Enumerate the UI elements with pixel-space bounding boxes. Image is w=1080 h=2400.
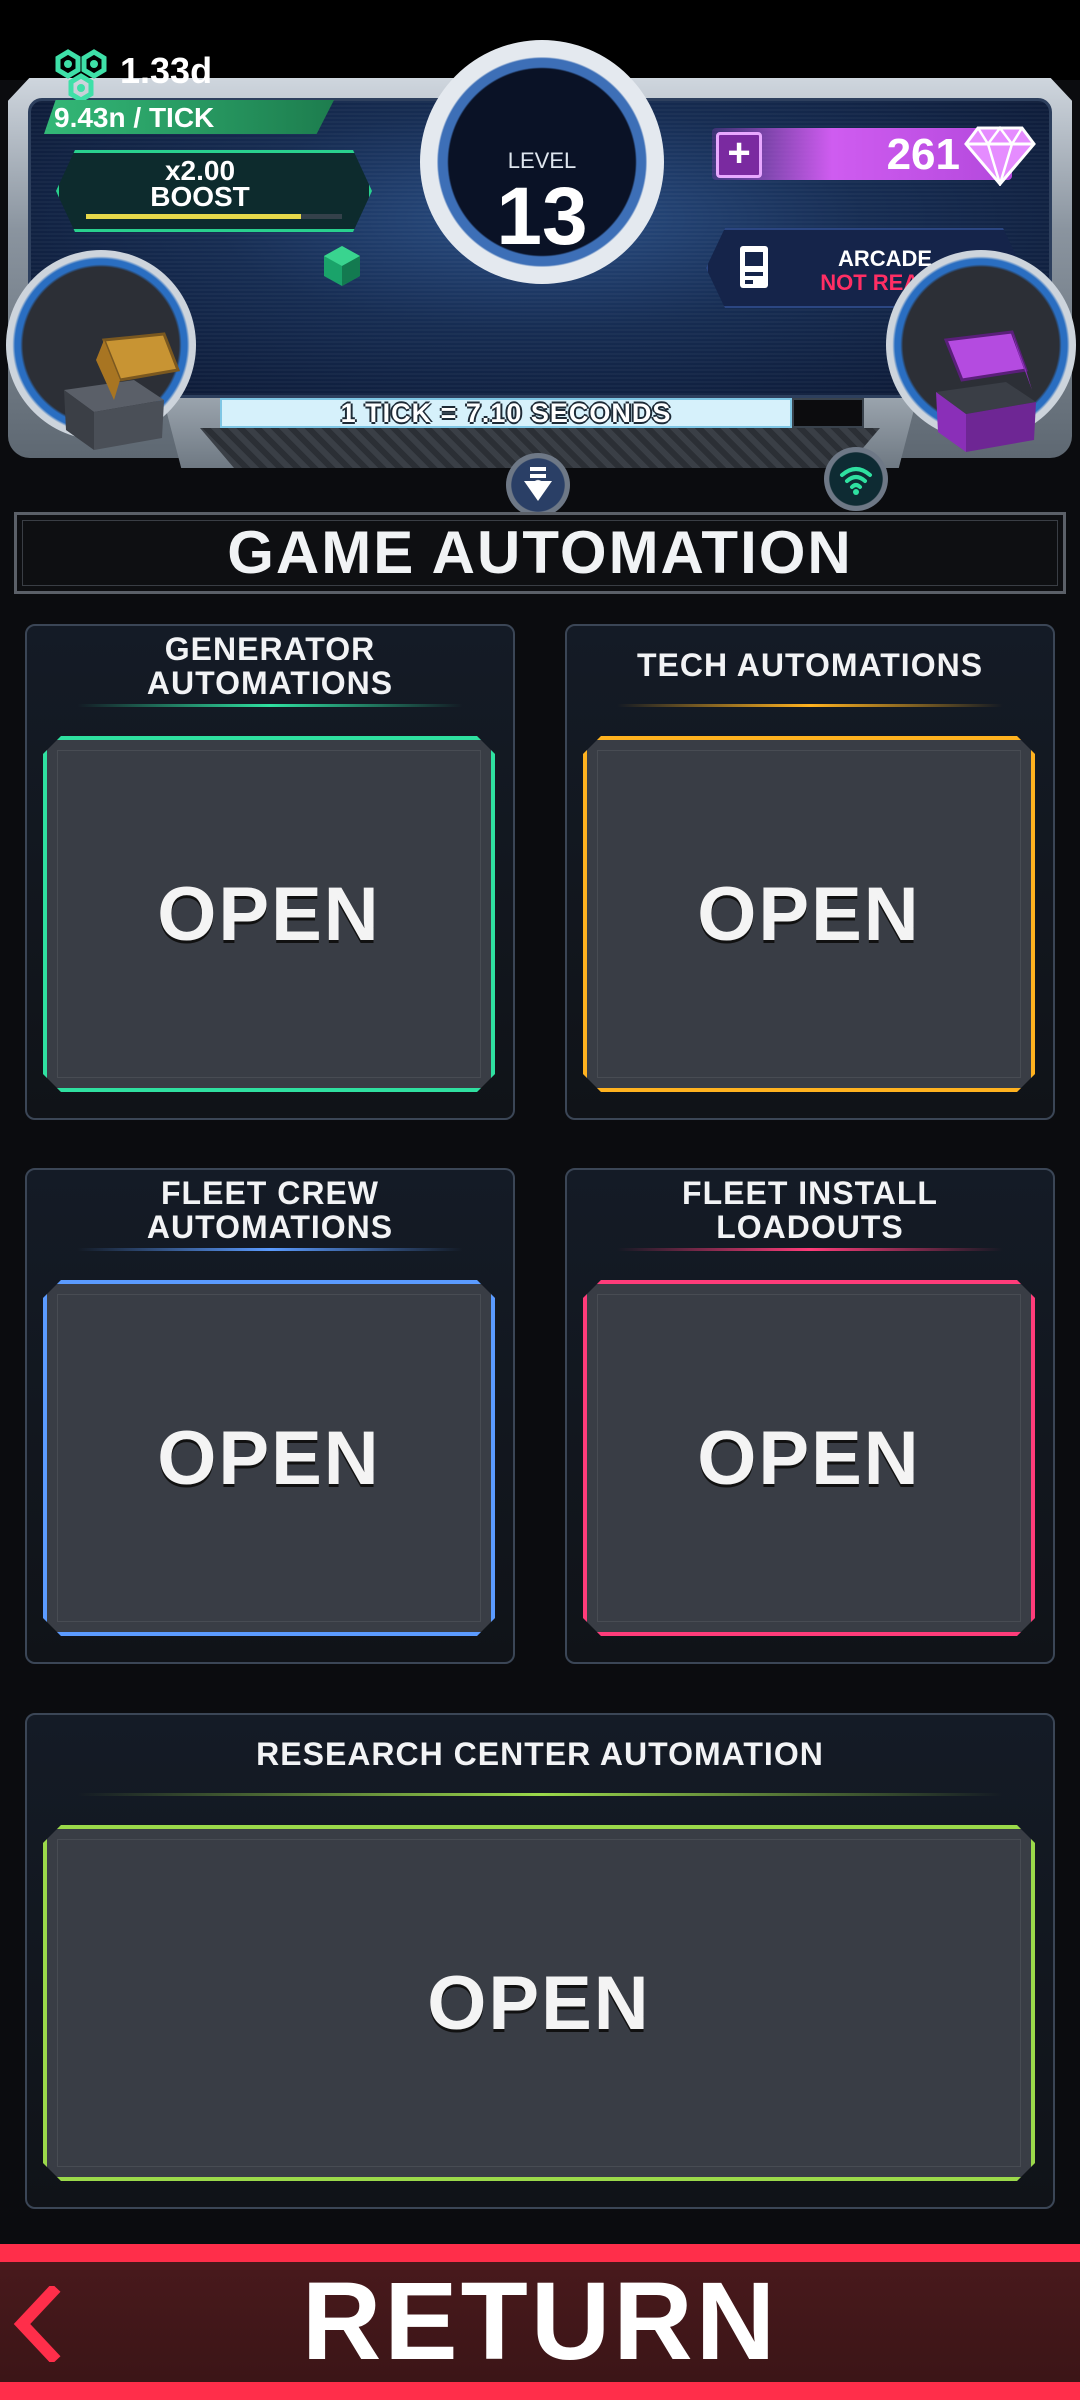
open-label: OPEN [157,1415,381,1501]
card-title: FLEET INSTALL LOADOUTS [682,1175,938,1245]
return-bottom-stripe [0,2382,1080,2400]
research-center-automation-card: RESEARCH CENTER AUTOMATION OPEN [25,1713,1055,2209]
open-label: OPEN [427,1960,651,2046]
return-label: RETURN [301,2260,779,2383]
open-label: OPEN [697,871,921,957]
gem-icon [964,125,1036,186]
add-gems-button[interactable]: + [716,132,762,178]
open-generator-automations-button[interactable]: OPEN [43,736,495,1092]
chest-icon [936,330,1036,452]
open-fleet-crew-automations-button[interactable]: OPEN [43,1280,495,1636]
open-research-center-automation-button[interactable]: OPEN [43,1825,1035,2181]
boost-progress [86,214,342,219]
arcade-icon [740,246,768,288]
open-tech-automations-button[interactable]: OPEN [583,736,1035,1092]
card-title: TECH AUTOMATIONS [636,647,984,683]
fleet-crew-automations-card: FLEET CREW AUTOMATIONS OPEN [25,1168,515,1664]
open-fleet-install-loadouts-button[interactable]: OPEN [583,1280,1035,1636]
down-arrow-icon [524,467,552,501]
page-title: GAME AUTOMATION [227,519,853,586]
generator-automations-card: GENERATOR AUTOMATIONS OPEN [25,624,515,1120]
card-title: FLEET CREW AUTOMATIONS [146,1175,394,1245]
fleet-install-loadouts-card: FLEET INSTALL LOADOUTS OPEN [565,1168,1055,1664]
card-separator [77,704,463,707]
tech-automations-card: TECH AUTOMATIONS OPEN [565,624,1055,1120]
tick-rate: 9.43n / TICK [54,102,215,133]
wifi-icon [840,467,872,495]
open-label: OPEN [157,871,381,957]
cube-icon [324,246,360,286]
chest-icon [64,332,181,450]
card-separator [617,704,1003,707]
tick-info-end [792,398,864,428]
open-label: OPEN [697,1415,921,1501]
card-separator [617,1248,1003,1251]
card-title: RESEARCH CENTER AUTOMATION [256,1736,824,1772]
card-separator [77,1793,1003,1796]
card-title: GENERATOR AUTOMATIONS [146,631,394,701]
card-separator [77,1248,463,1251]
gem-count: 261 [886,130,960,179]
currency-value: 1.33d [120,50,213,91]
boost-label: x2.00 BOOST [150,155,250,212]
tick-info: 1 TICK = 7.10 SECONDS [340,398,672,428]
boost-progress-fill [86,214,302,219]
level-value: 13 [496,171,588,262]
